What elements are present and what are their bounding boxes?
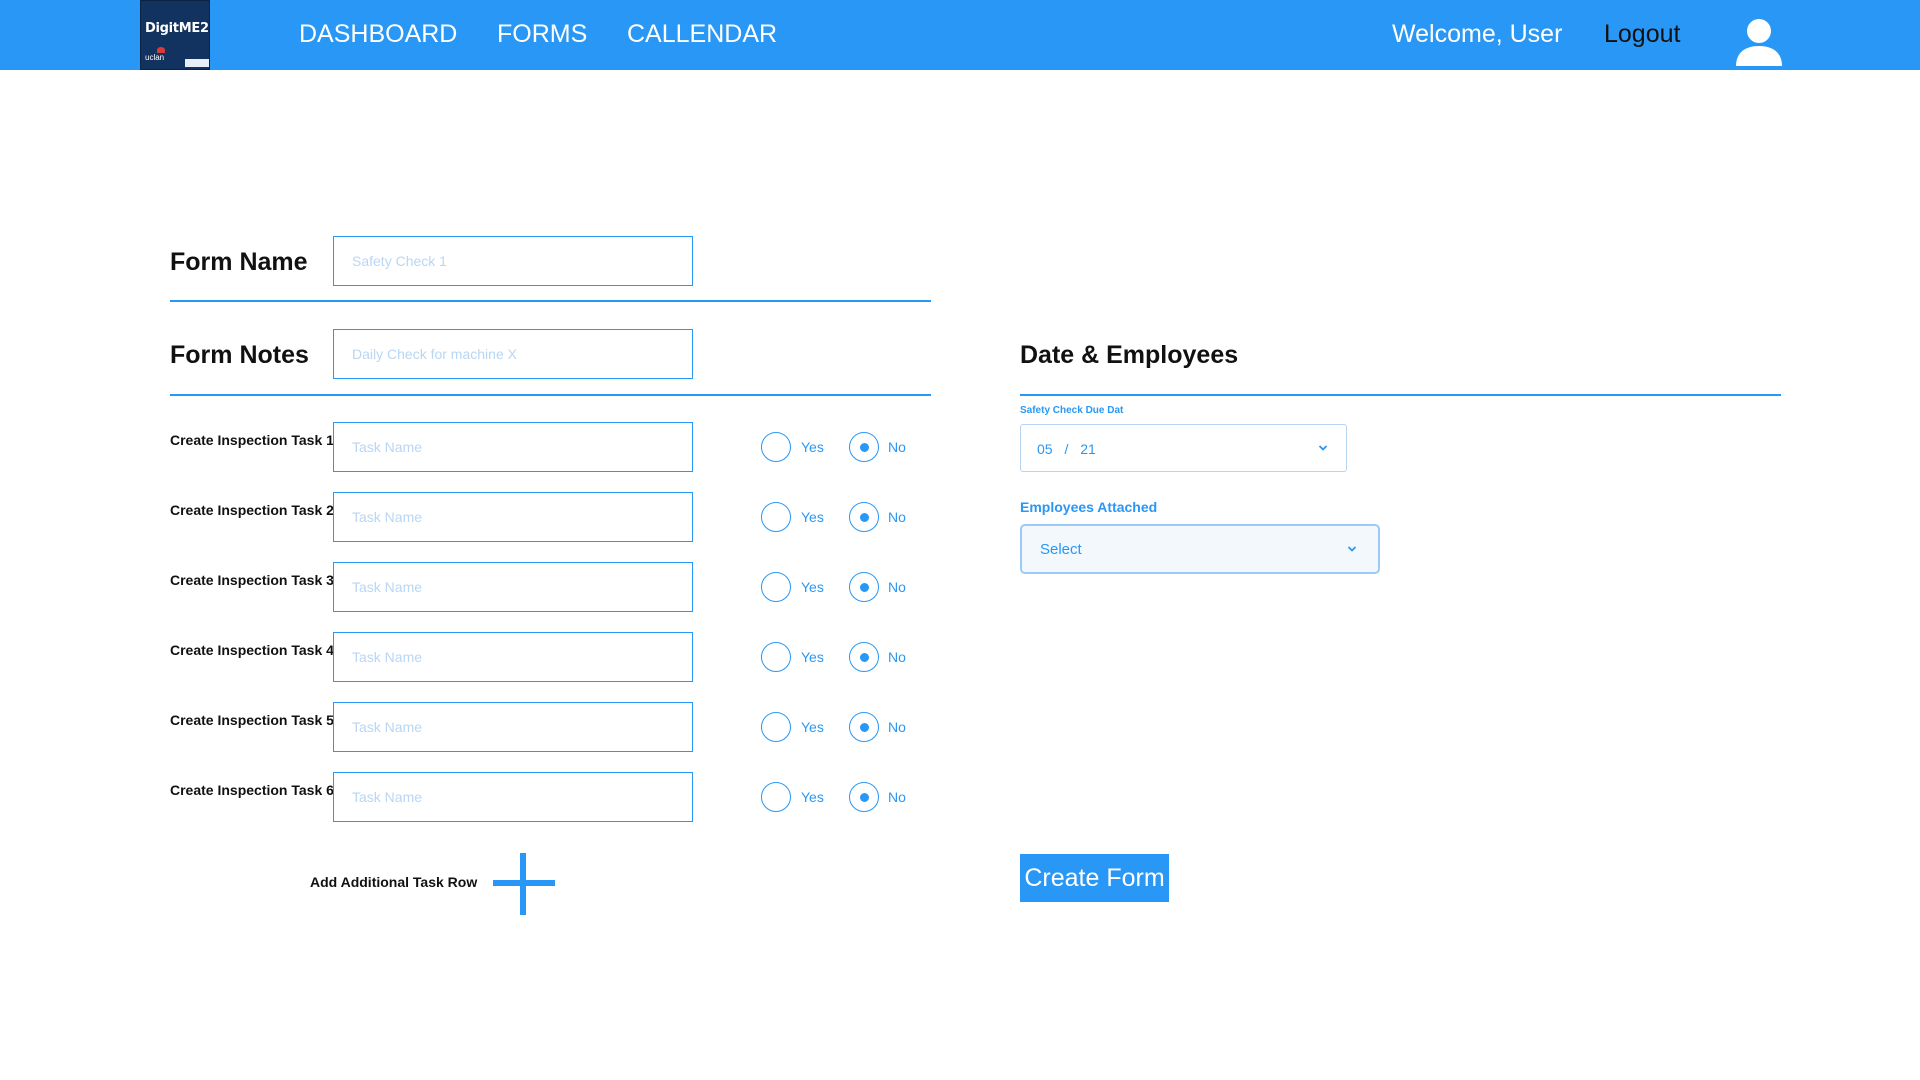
task-4-no-label: No [888,649,906,665]
user-icon[interactable] [1734,18,1784,66]
logo-sub-text: uclan [145,53,165,62]
task-5-no-label: No [888,719,906,735]
task-4-yes-label: Yes [801,649,824,665]
due-date-day: 21 [1080,441,1096,457]
task-6-input[interactable] [333,772,693,822]
task-3-input[interactable] [333,562,693,612]
task-5-yes-label: Yes [801,719,824,735]
task-4-yes-radio[interactable] [761,642,791,672]
nav-calendar[interactable]: CALLENDAR [627,20,777,49]
task-5-label: Create Inspection Task 5 [170,712,334,728]
task-3-label: Create Inspection Task 3 [170,572,334,588]
task-3-no-label: No [888,579,906,595]
date-employees-divider [1020,394,1781,396]
welcome-text: Welcome, User [1392,20,1563,48]
task-2-label: Create Inspection Task 2 [170,502,334,518]
task-2-yes-radio[interactable] [761,502,791,532]
task-4-label: Create Inspection Task 4 [170,642,334,658]
chevron-down-icon [1318,445,1328,451]
nav-dashboard[interactable]: DASHBOARD [299,20,457,49]
task-5-input[interactable] [333,702,693,752]
due-date-separator: / [1064,441,1069,457]
date-employees-title: Date & Employees [1020,341,1239,369]
form-notes-label: Form Notes [170,341,309,369]
add-task-row-label: Add Additional Task Row [310,874,478,890]
task-2-input[interactable] [333,492,693,542]
chevron-down-icon [1347,546,1357,552]
form-name-divider [170,300,931,302]
task-2-no-radio[interactable] [849,502,879,532]
due-date-month: 05 [1037,441,1053,457]
plus-icon[interactable] [493,853,555,915]
due-date-value: 05 / 21 [1037,441,1096,457]
task-1-no-radio[interactable] [849,432,879,462]
task-6-yes-label: Yes [801,789,824,805]
form-notes-input[interactable] [333,329,693,379]
nav-forms[interactable]: FORMS [497,20,587,49]
task-1-yes-label: Yes [801,439,824,455]
task-4-no-radio[interactable] [849,642,879,672]
due-date-label: Safety Check Due Dat [1020,405,1124,416]
plus-icon-vertical [520,853,526,915]
task-4-input[interactable] [333,632,693,682]
task-3-yes-radio[interactable] [761,572,791,602]
task-5-no-radio[interactable] [849,712,879,742]
create-form-button[interactable]: Create Form [1020,854,1169,902]
logout-link[interactable]: Logout [1604,20,1680,49]
form-name-label: Form Name [170,248,308,276]
logo-text: DigitME2 [145,21,209,36]
top-nav-bar: DigitME2 uclan DASHBOARD FORMS CALLENDAR… [0,0,1920,70]
due-date-picker[interactable]: 05 / 21 [1020,424,1347,472]
task-1-no-label: No [888,439,906,455]
task-1-yes-radio[interactable] [761,432,791,462]
form-notes-divider [170,394,931,396]
employees-select[interactable]: Select [1020,524,1380,574]
task-5-yes-radio[interactable] [761,712,791,742]
logo-partner-strip [185,59,209,67]
task-3-yes-label: Yes [801,579,824,595]
task-2-no-label: No [888,509,906,525]
task-6-no-radio[interactable] [849,782,879,812]
task-6-yes-radio[interactable] [761,782,791,812]
task-6-label: Create Inspection Task 6 [170,782,334,798]
app-logo[interactable]: DigitME2 uclan [140,0,210,70]
form-name-input[interactable] [333,236,693,286]
task-3-no-radio[interactable] [849,572,879,602]
employees-select-value: Select [1040,541,1082,558]
task-2-yes-label: Yes [801,509,824,525]
employees-attached-label: Employees Attached [1020,499,1158,515]
task-1-input[interactable] [333,422,693,472]
task-6-no-label: No [888,789,906,805]
task-1-label: Create Inspection Task 1 [170,432,334,448]
